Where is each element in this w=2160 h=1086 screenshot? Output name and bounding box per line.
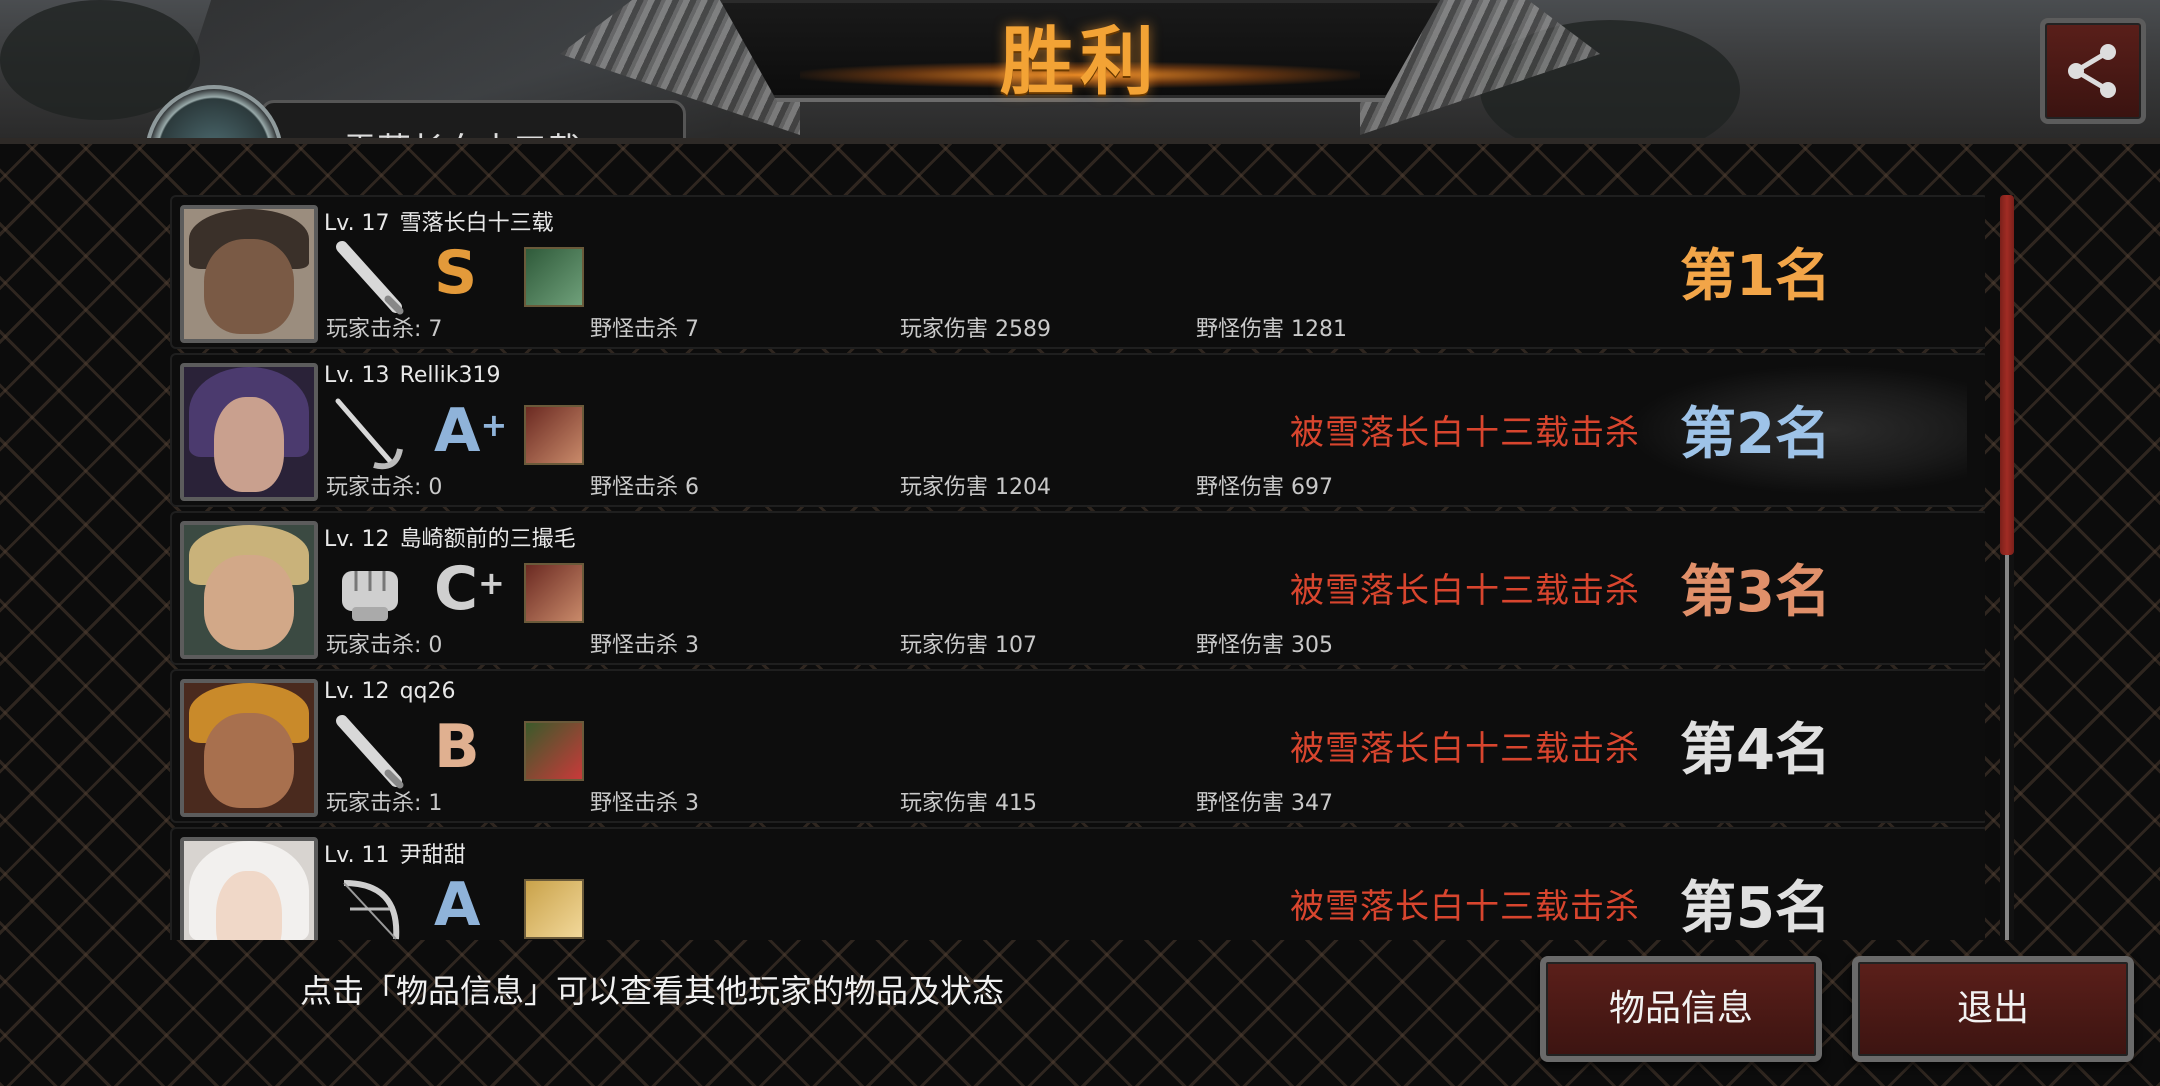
player-level: Lv. 12	[324, 527, 390, 552]
grade-plus: +	[478, 564, 505, 602]
monster-kills: 野怪击杀 3	[590, 791, 699, 816]
bat-icon	[336, 715, 404, 789]
pet-icon[interactable]	[524, 879, 584, 939]
player-damage: 玩家伤害 107	[900, 633, 1037, 658]
bat-icon	[336, 241, 404, 315]
avatar	[180, 837, 318, 940]
avatar	[180, 679, 318, 817]
victory-title: 胜利	[1000, 19, 1160, 105]
killed-by-label: 被雪落长白十三载击杀	[1290, 887, 1640, 927]
avatar-face	[204, 713, 294, 808]
player-kills: 玩家击杀: 0	[326, 633, 443, 658]
pet-icon[interactable]	[524, 405, 584, 465]
monster-kills: 野怪击杀 7	[590, 317, 699, 342]
scrollbar-track	[2005, 555, 2009, 940]
player-damage: 玩家伤害 2589	[900, 317, 1051, 342]
grade-badge: C+	[434, 549, 505, 629]
player-kills: 玩家击杀: 0	[326, 475, 443, 500]
footer-hint: 点击「物品信息」可以查看其他玩家的物品及状态	[300, 972, 1005, 1010]
grade-letter: B	[434, 712, 480, 782]
player-level-name: Lv. 12 qq26	[324, 679, 456, 704]
bow-icon	[343, 880, 400, 940]
player-level: Lv. 17	[324, 211, 390, 236]
player-kills: 玩家击杀: 1	[326, 791, 443, 816]
share-button[interactable]	[2040, 18, 2146, 124]
avatar	[180, 521, 318, 659]
grade-letter: S	[434, 238, 478, 308]
avatar	[180, 205, 318, 343]
player-level: Lv. 12	[324, 679, 390, 704]
player-row[interactable]: Lv. 11 尹甜甜 A 被雪落长白十三载击杀 第5名	[170, 827, 1985, 940]
player-level-name: Lv. 13 Rellik319	[324, 363, 500, 388]
pet-icon[interactable]	[524, 247, 584, 307]
scrollbar[interactable]	[2000, 195, 2014, 940]
player-damage: 玩家伤害 415	[900, 791, 1037, 816]
rapier-icon	[335, 398, 403, 470]
grade-badge: S	[434, 233, 477, 313]
killed-by-label: 被雪落长白十三载击杀	[1290, 413, 1640, 453]
monster-kills: 野怪击杀 3	[590, 633, 699, 658]
player-damage: 玩家伤害 1204	[900, 475, 1051, 500]
avatar	[180, 363, 318, 501]
exit-button[interactable]: 退出	[1852, 956, 2134, 1062]
monster-damage: 野怪伤害 697	[1196, 475, 1333, 500]
avatar-face	[204, 239, 294, 334]
grade-badge: B	[434, 707, 480, 787]
killed-by-label: 被雪落长白十三载击杀	[1290, 571, 1640, 611]
player-level: Lv. 13	[324, 363, 390, 388]
results-list[interactable]: Lv. 17 雪落长白十三载 S 玩家击杀: 7 野怪击杀 7 玩家伤害 2589…	[170, 195, 1985, 940]
player-row[interactable]: Lv. 12 島崎额前的三撮毛 C+ 玩家击杀: 0 野怪击杀 3 玩家伤害 10…	[170, 511, 1985, 665]
monster-damage: 野怪伤害 347	[1196, 791, 1333, 816]
pet-icon[interactable]	[524, 721, 584, 781]
grade-badge: A	[434, 865, 480, 940]
monster-kills: 野怪击杀 6	[590, 475, 699, 500]
item-info-button[interactable]: 物品信息	[1540, 956, 1822, 1062]
rank-label: 第5名	[1680, 876, 1831, 940]
grade-letter: A	[434, 870, 481, 940]
grade-plus: +	[480, 406, 508, 444]
rank-label: 第1名	[1680, 244, 1831, 309]
scrollbar-thumb[interactable]	[2000, 195, 2014, 555]
grade-badge: A+	[434, 391, 507, 471]
player-kills: 玩家击杀: 7	[326, 317, 443, 342]
player-level: Lv. 11	[324, 843, 390, 868]
fist-icon	[342, 571, 398, 621]
monster-damage: 野怪伤害 1281	[1196, 317, 1347, 342]
player-row[interactable]: Lv. 12 qq26 B 玩家击杀: 1 野怪击杀 3 玩家伤害 415 野怪伤…	[170, 669, 1985, 823]
player-row[interactable]: Lv. 17 雪落长白十三载 S 玩家击杀: 7 野怪击杀 7 玩家伤害 2589…	[170, 195, 1985, 349]
killed-by-label: 被雪落长白十三载击杀	[1290, 729, 1640, 769]
avatar-face	[216, 871, 282, 940]
rank-label: 第3名	[1680, 560, 1831, 625]
avatar-face	[214, 397, 284, 492]
grade-letter: A	[434, 396, 481, 466]
monster-damage: 野怪伤害 305	[1196, 633, 1333, 658]
player-row[interactable]: Lv. 13 Rellik319 A+ 玩家击杀: 0 野怪击杀 6 玩家伤害 1…	[170, 353, 1985, 507]
grade-letter: C	[434, 554, 479, 624]
avatar-face	[204, 555, 294, 650]
rank-label: 第2名	[1680, 402, 1831, 467]
pet-icon[interactable]	[524, 563, 584, 623]
player-name: Rellik319	[399, 363, 501, 388]
player-name: qq26	[399, 679, 456, 704]
rank-label: 第4名	[1680, 718, 1831, 783]
share-icon	[2068, 44, 2116, 98]
